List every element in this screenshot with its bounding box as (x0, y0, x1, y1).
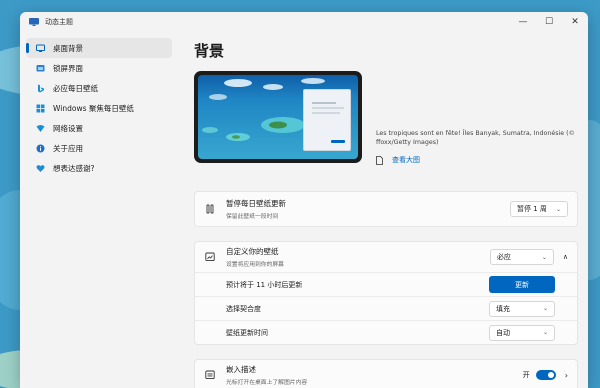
title-bar[interactable]: 动态主题 — ☐ ✕ (20, 12, 588, 32)
sidebar-item-windows-spotlight[interactable]: Windows 聚焦每日壁纸 (26, 98, 172, 118)
update-button[interactable]: 更新 (489, 276, 555, 293)
wallpaper-source-select[interactable]: 必应 ⌄ (489, 249, 554, 265)
app-title: 动态主题 (45, 18, 73, 26)
pause-icon (204, 203, 216, 215)
next-update-label: 预计将于 11 小时后更新 (226, 280, 303, 289)
info-icon (36, 144, 45, 153)
chevron-down-icon: ⌄ (542, 305, 548, 312)
sidebar-item-lock-screen[interactable]: 锁屏界面 (26, 58, 172, 78)
settings-row-update-time: 壁纸更新时间 自动 ⌄ (195, 320, 577, 344)
page-title: 背景 (194, 42, 225, 60)
pause-subtitle: 保留此壁纸一段时间 (226, 214, 279, 220)
sidebar-item-desktop-background[interactable]: 桌面背景 (26, 38, 172, 58)
custom-title: 自定义你的壁纸 (226, 247, 279, 256)
sidebar-item-network-settings[interactable]: 网络设置 (26, 118, 172, 138)
app-icon (29, 18, 39, 26)
settings-row-fit: 选择契合度 填充 ⌄ (195, 296, 577, 320)
chevron-down-icon: ⌄ (555, 205, 561, 213)
image-edit-icon (204, 251, 216, 263)
embed-subtitle: 光标打开在桌面上了解图片内容 (226, 380, 308, 386)
sidebar-item-about[interactable]: 关于应用 (26, 138, 172, 158)
toggle-state-label: 开 (522, 371, 530, 379)
view-large-image-link[interactable]: 查看大图 (392, 155, 420, 165)
app-window: 动态主题 — ☐ ✕ 桌面背景 锁屏界面 必应每日壁纸 Windows 聚焦每日… (20, 12, 588, 388)
maximize-button[interactable]: ☐ (536, 12, 562, 32)
sidebar-item-label: 锁屏界面 (53, 63, 83, 73)
minimize-button[interactable]: — (510, 12, 536, 32)
bing-icon (36, 84, 45, 93)
main-content: 背景 Les tropiques sont en fête! Îles Bany… (194, 38, 582, 388)
update-time-select[interactable]: 自动 ⌄ (489, 324, 555, 341)
sidebar: 桌面背景 锁屏界面 必应每日壁纸 Windows 聚焦每日壁纸 网络设置 关于应… (20, 38, 180, 178)
spotlight-icon (36, 104, 45, 113)
chevron-down-icon: ⌄ (542, 329, 548, 336)
pause-duration-value: 暂停 1 周 (517, 205, 547, 213)
lock-screen-icon (36, 64, 45, 73)
fit-label: 选择契合度 (226, 304, 261, 313)
wallpaper-credit: Les tropiques sont en fête! Îles Banyak,… (376, 130, 575, 146)
chevron-right-icon[interactable]: › (565, 371, 568, 380)
sidebar-item-label: 必应每日壁纸 (53, 83, 98, 93)
desktop-icon (36, 44, 45, 53)
sidebar-item-label: 网络设置 (53, 123, 83, 133)
pause-title: 暂停每日壁纸更新 (226, 199, 286, 208)
close-button[interactable]: ✕ (562, 12, 588, 32)
sidebar-item-label: Windows 聚焦每日壁纸 (53, 103, 134, 113)
chevron-down-icon: ⌄ (541, 253, 547, 261)
wallpaper-source-value: 必应 (496, 253, 511, 261)
sidebar-item-label: 桌面背景 (53, 43, 83, 53)
update-time-label: 壁纸更新时间 (226, 328, 268, 337)
network-icon (36, 124, 45, 133)
document-icon (376, 155, 383, 165)
heart-icon (36, 164, 45, 173)
embed-description-toggle[interactable] (535, 370, 556, 380)
sidebar-item-label: 关于应用 (53, 143, 83, 153)
wallpaper-preview (194, 71, 362, 163)
settings-row-next-update: 预计将于 11 小时后更新 更新 (195, 272, 577, 296)
sidebar-item-bing-daily[interactable]: 必应每日壁纸 (26, 78, 172, 98)
fit-value: 填充 (496, 304, 510, 313)
fit-select[interactable]: 填充 ⌄ (489, 300, 555, 317)
pause-duration-select[interactable]: 暂停 1 周 ⌄ (510, 201, 568, 217)
preview-window-mock (303, 89, 351, 151)
collapse-chevron-icon[interactable]: ∧ (563, 253, 568, 261)
update-time-value: 自动 (496, 328, 510, 337)
embed-title: 嵌入描述 (226, 365, 256, 374)
embed-description-card[interactable]: 嵌入描述 光标打开在桌面上了解图片内容 开 › (194, 359, 578, 388)
custom-subtitle: 设置将应用到你的屏幕 (226, 262, 284, 268)
pause-updates-card: 暂停每日壁纸更新 保留此壁纸一段时间 暂停 1 周 ⌄ (194, 191, 578, 227)
custom-wallpaper-card: 自定义你的壁纸 设置将应用到你的屏幕 必应 ⌄ ∧ 预计将于 11 小时后更新 … (194, 241, 578, 345)
sidebar-item-thanks[interactable]: 想表达感谢? (26, 158, 172, 178)
description-icon (204, 369, 216, 381)
sidebar-item-label: 想表达感谢? (53, 163, 95, 173)
